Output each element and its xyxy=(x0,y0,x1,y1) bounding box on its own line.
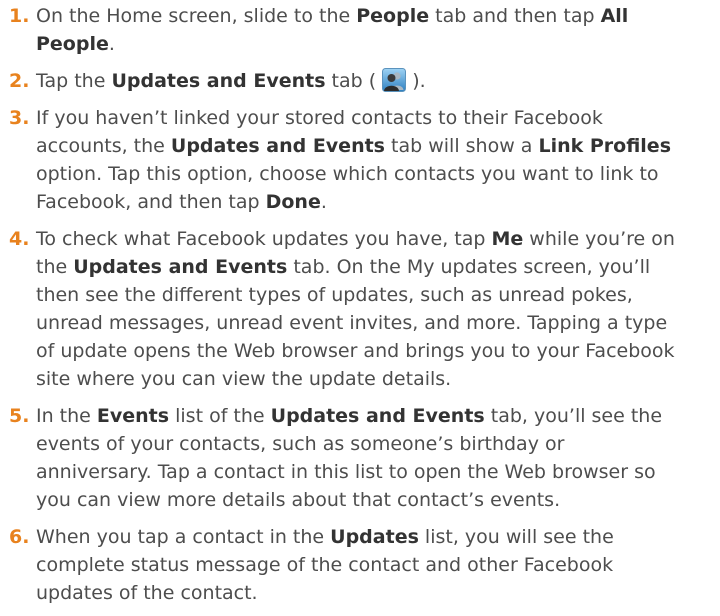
step-5: 5. In the Events list of the Updates and… xyxy=(0,402,682,514)
bold-term: Done xyxy=(265,191,321,213)
bold-term: Events xyxy=(96,405,170,427)
updates-events-tab-icon xyxy=(382,68,407,92)
step-number: 4. xyxy=(9,228,30,250)
step-number: 2. xyxy=(9,70,30,92)
text-run: tab will show a xyxy=(384,135,539,157)
step-number: 5. xyxy=(9,405,30,427)
step-1: 1. On the Home screen, slide to the Peop… xyxy=(0,2,682,58)
text-run: tab ( xyxy=(325,70,383,92)
text-run: When you tap a contact in the xyxy=(36,526,331,548)
step-number: 1. xyxy=(9,5,30,27)
step-number: 6. xyxy=(9,526,30,548)
step-text: Tap the Updates and Events tab ( ). xyxy=(36,68,426,92)
step-text: If you haven’t linked your stored contac… xyxy=(36,107,671,213)
bold-term: Updates and Events xyxy=(170,135,385,157)
step-4: 4. To check what Facebook updates you ha… xyxy=(0,225,682,393)
step-3: 3. If you haven’t linked your stored con… xyxy=(0,104,682,216)
text-run: ). xyxy=(406,70,426,92)
text-run: Tap the xyxy=(36,70,112,92)
bold-term: Updates and Events xyxy=(73,256,288,278)
step-text: To check what Facebook updates you have,… xyxy=(36,228,675,390)
step-text: On the Home screen, slide to the People … xyxy=(36,5,628,55)
text-run: On the Home screen, slide to the xyxy=(36,5,357,27)
bold-term: People xyxy=(356,5,430,27)
instruction-list: 1. On the Home screen, slide to the Peop… xyxy=(0,0,720,616)
step-6: 6. When you tap a contact in the Updates… xyxy=(0,523,682,607)
step-2: 2. Tap the Updates and Events tab ( ). xyxy=(0,67,682,95)
bold-term: Updates and Events xyxy=(111,70,326,92)
step-text: In the Events list of the Updates and Ev… xyxy=(36,405,662,511)
bold-term: Me xyxy=(491,228,524,250)
text-run: . xyxy=(320,191,327,213)
text-run: option. Tap this option, choose which co… xyxy=(36,163,659,213)
text-run: To check what Facebook updates you have,… xyxy=(36,228,492,250)
bold-term: Updates xyxy=(330,526,419,548)
step-number: 3. xyxy=(9,107,30,129)
text-run: . xyxy=(108,33,115,55)
text-run: In the xyxy=(36,405,97,427)
bold-term: Updates and Events xyxy=(270,405,485,427)
text-run: tab and then tap xyxy=(429,5,601,27)
text-run: list of the xyxy=(169,405,271,427)
step-text: When you tap a contact in the Updates li… xyxy=(36,526,614,604)
bold-term: Link Profiles xyxy=(538,135,672,157)
